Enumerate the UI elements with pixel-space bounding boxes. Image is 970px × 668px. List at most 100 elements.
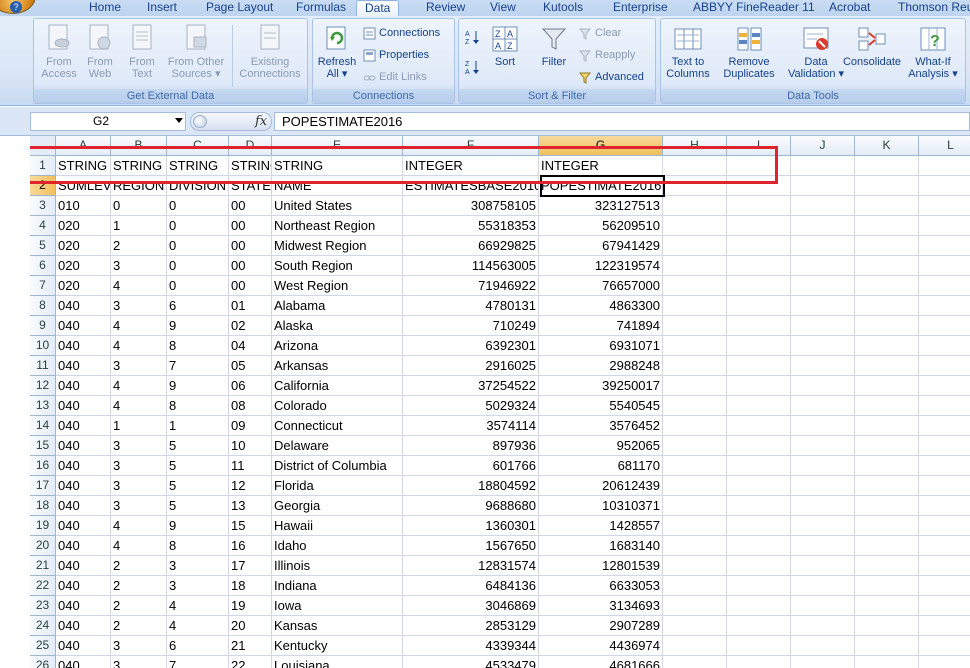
cell-a19[interactable]: 040 <box>56 516 111 536</box>
cell-e9[interactable]: Alaska <box>272 316 403 336</box>
cell-i9[interactable] <box>727 316 791 336</box>
cell-j10[interactable] <box>791 336 855 356</box>
cell-g23[interactable]: 3134693 <box>539 596 663 616</box>
cell-l21[interactable] <box>919 556 970 576</box>
cell-l3[interactable] <box>919 196 970 216</box>
from-access-button[interactable]: From Access <box>39 23 79 80</box>
cell-e10[interactable]: Arizona <box>272 336 403 356</box>
cell-j26[interactable] <box>791 656 855 668</box>
cell-k18[interactable] <box>855 496 919 516</box>
cell-k1[interactable] <box>855 156 919 176</box>
cell-l12[interactable] <box>919 376 970 396</box>
cell-d20[interactable]: 16 <box>229 536 272 556</box>
cell-l11[interactable] <box>919 356 970 376</box>
cell-e5[interactable]: Midwest Region <box>272 236 403 256</box>
row-header-7[interactable]: 7 <box>30 276 56 296</box>
cell-d23[interactable]: 19 <box>229 596 272 616</box>
row-header-18[interactable]: 18 <box>30 496 56 516</box>
cell-f10[interactable]: 6392301 <box>403 336 539 356</box>
cell-k24[interactable] <box>855 616 919 636</box>
cell-h20[interactable] <box>663 536 727 556</box>
cell-b11[interactable]: 3 <box>111 356 167 376</box>
cell-e4[interactable]: Northeast Region <box>272 216 403 236</box>
cell-k21[interactable] <box>855 556 919 576</box>
cell-l16[interactable] <box>919 456 970 476</box>
cell-a9[interactable]: 040 <box>56 316 111 336</box>
cell-l5[interactable] <box>919 236 970 256</box>
cell-c22[interactable]: 3 <box>167 576 229 596</box>
cell-d11[interactable]: 05 <box>229 356 272 376</box>
cell-b15[interactable]: 3 <box>111 436 167 456</box>
cell-f12[interactable]: 37254522 <box>403 376 539 396</box>
cell-h19[interactable] <box>663 516 727 536</box>
cell-e18[interactable]: Georgia <box>272 496 403 516</box>
row-header-24[interactable]: 24 <box>30 616 56 636</box>
cell-d12[interactable]: 06 <box>229 376 272 396</box>
cell-d26[interactable]: 22 <box>229 656 272 668</box>
cell-l7[interactable] <box>919 276 970 296</box>
tab-abbyy-finereader-11[interactable]: ABBYY FineReader 11 <box>693 0 815 16</box>
cell-g16[interactable]: 681170 <box>539 456 663 476</box>
cell-f25[interactable]: 4339344 <box>403 636 539 656</box>
cell-a11[interactable]: 040 <box>56 356 111 376</box>
cell-l23[interactable] <box>919 596 970 616</box>
tab-review[interactable]: Review <box>426 0 465 16</box>
connections-button[interactable]: Connections <box>363 25 440 41</box>
cell-a20[interactable]: 040 <box>56 536 111 556</box>
cell-e1[interactable]: STRING <box>272 156 403 176</box>
cell-b10[interactable]: 4 <box>111 336 167 356</box>
cell-k6[interactable] <box>855 256 919 276</box>
column-header-i[interactable]: I <box>727 136 791 156</box>
cell-k20[interactable] <box>855 536 919 556</box>
filter-button[interactable]: Filter <box>535 25 573 68</box>
cell-b18[interactable]: 3 <box>111 496 167 516</box>
cell-j5[interactable] <box>791 236 855 256</box>
cell-i8[interactable] <box>727 296 791 316</box>
sort-button[interactable]: ZAAZ Sort <box>487 25 523 68</box>
cell-d7[interactable]: 00 <box>229 276 272 296</box>
cell-f14[interactable]: 3574114 <box>403 416 539 436</box>
cell-j16[interactable] <box>791 456 855 476</box>
cell-e23[interactable]: Iowa <box>272 596 403 616</box>
cell-k22[interactable] <box>855 576 919 596</box>
cell-j21[interactable] <box>791 556 855 576</box>
cell-d5[interactable]: 00 <box>229 236 272 256</box>
cell-f8[interactable]: 4780131 <box>403 296 539 316</box>
column-header-f[interactable]: F <box>403 136 539 156</box>
what-if-analysis-button[interactable]: ? What-If Analysis ▾ <box>907 25 959 80</box>
cell-c8[interactable]: 6 <box>167 296 229 316</box>
cell-f16[interactable]: 601766 <box>403 456 539 476</box>
column-header-g[interactable]: G <box>539 136 663 156</box>
cell-i23[interactable] <box>727 596 791 616</box>
cell-i25[interactable] <box>727 636 791 656</box>
cell-l20[interactable] <box>919 536 970 556</box>
column-header-k[interactable]: K <box>855 136 919 156</box>
cell-k25[interactable] <box>855 636 919 656</box>
cell-a8[interactable]: 040 <box>56 296 111 316</box>
cell-h11[interactable] <box>663 356 727 376</box>
cell-e15[interactable]: Delaware <box>272 436 403 456</box>
cell-d4[interactable]: 00 <box>229 216 272 236</box>
cell-d19[interactable]: 15 <box>229 516 272 536</box>
cell-f26[interactable]: 4533479 <box>403 656 539 668</box>
properties-button[interactable]: Properties <box>363 47 429 63</box>
cell-l18[interactable] <box>919 496 970 516</box>
cell-h7[interactable] <box>663 276 727 296</box>
cell-k19[interactable] <box>855 516 919 536</box>
cell-f17[interactable]: 18804592 <box>403 476 539 496</box>
cell-a5[interactable]: 020 <box>56 236 111 256</box>
cell-a17[interactable]: 040 <box>56 476 111 496</box>
column-header-l[interactable]: L <box>919 136 970 156</box>
cell-a16[interactable]: 040 <box>56 456 111 476</box>
cell-c25[interactable]: 6 <box>167 636 229 656</box>
refresh-all-button[interactable]: Refresh All ▾ <box>315 25 359 80</box>
cell-c16[interactable]: 5 <box>167 456 229 476</box>
row-header-10[interactable]: 10 <box>30 336 56 356</box>
cell-f19[interactable]: 1360301 <box>403 516 539 536</box>
cell-i19[interactable] <box>727 516 791 536</box>
cell-j19[interactable] <box>791 516 855 536</box>
cell-c19[interactable]: 9 <box>167 516 229 536</box>
row-header-14[interactable]: 14 <box>30 416 56 436</box>
cell-a1[interactable]: STRING <box>56 156 111 176</box>
cell-j8[interactable] <box>791 296 855 316</box>
